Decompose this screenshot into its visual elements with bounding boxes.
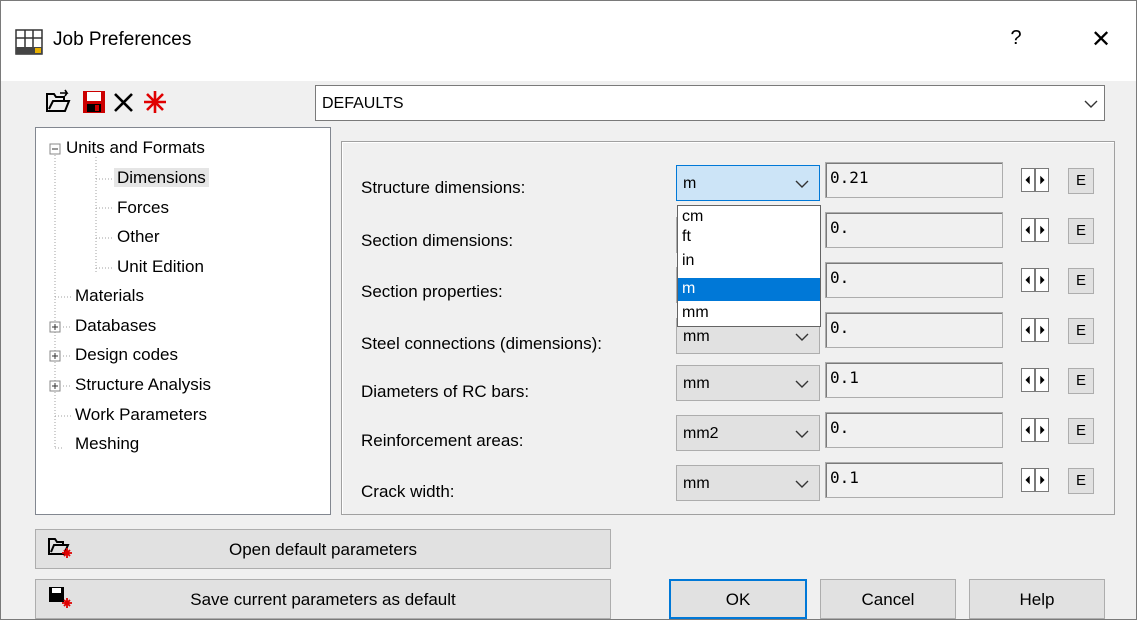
reinforcement-areas-unit-select[interactable]: mm2 (676, 415, 820, 451)
delete-icon[interactable] (111, 89, 137, 115)
help-button[interactable]: Help (969, 579, 1105, 619)
chevron-down-icon (795, 180, 809, 188)
decrement-arrow-icon[interactable] (1021, 368, 1035, 392)
crack-width-label: Crack width: (361, 482, 455, 501)
rc-bar-diameters-unit-select[interactable]: mm (676, 365, 820, 401)
section-properties-value[interactable]: 0. (825, 262, 1003, 298)
decrement-arrow-icon[interactable] (1021, 418, 1035, 442)
open-default-parameters-button[interactable]: Open default parameters (35, 529, 611, 569)
close-button[interactable]: ✕ (1084, 25, 1118, 54)
section-dimensions-value[interactable]: 0. (825, 212, 1003, 248)
ok-button[interactable]: OK (669, 579, 807, 619)
help-title-button[interactable]: ? (1001, 27, 1031, 50)
decrement-arrow-icon[interactable] (1021, 168, 1035, 192)
preferences-tree: Units and Formats Dimensions Forces Othe… (35, 127, 331, 515)
tree-item-work-parameters[interactable]: Work Parameters (75, 405, 207, 425)
steel-connections-value[interactable]: 0. (825, 312, 1003, 348)
tree-item-design-codes[interactable]: Design codes (75, 345, 178, 365)
section-properties-label: Section properties: (361, 282, 503, 301)
edit-button[interactable]: E (1068, 368, 1094, 394)
tree-item-structure-analysis[interactable]: Structure Analysis (75, 375, 211, 395)
tree-item-dimensions[interactable]: Dimensions (114, 168, 209, 188)
open-default-parameters-label: Open default parameters (228, 540, 418, 559)
edit-button[interactable]: E (1068, 418, 1094, 444)
reinforcement-areas-value[interactable]: 0. (825, 412, 1003, 448)
steel-connections-label: Steel connections (dimensions): (361, 334, 602, 353)
chevron-down-icon (1084, 100, 1098, 108)
dropdown-option-mm[interactable]: mm (678, 302, 820, 325)
decrement-arrow-icon[interactable] (1021, 268, 1035, 292)
increment-arrow-icon[interactable] (1035, 418, 1049, 442)
edit-button[interactable]: E (1068, 468, 1094, 494)
cancel-button[interactable]: Cancel (820, 579, 956, 619)
decrement-arrow-icon[interactable] (1021, 468, 1035, 492)
increment-arrow-icon[interactable] (1035, 268, 1049, 292)
window-title: Job Preferences (53, 29, 192, 50)
rc-bar-diameters-value[interactable]: 0.1 (825, 362, 1003, 398)
chevron-down-icon (795, 480, 809, 488)
dropdown-option-m[interactable]: m (678, 278, 820, 301)
save-icon[interactable] (81, 89, 107, 115)
open-folder-icon[interactable] (45, 89, 71, 115)
structure-dimensions-unit-select[interactable]: m (676, 165, 820, 201)
tree-item-units-and-formats[interactable]: Units and Formats (66, 138, 205, 158)
chevron-down-icon (795, 430, 809, 438)
profile-value: DEFAULTS (322, 95, 404, 112)
dropdown-option-ft[interactable]: ft (678, 226, 820, 249)
decrement-arrow-icon[interactable] (1021, 318, 1035, 342)
increment-arrow-icon[interactable] (1035, 168, 1049, 192)
app-icon (15, 29, 43, 55)
dropdown-option-in[interactable]: in (678, 250, 820, 273)
reset-star-icon[interactable] (142, 89, 168, 115)
edit-button[interactable]: E (1068, 318, 1094, 344)
rc-bar-diameters-label: Diameters of RC bars: (361, 382, 530, 401)
decrement-arrow-icon[interactable] (1021, 218, 1035, 242)
tree-item-forces[interactable]: Forces (117, 198, 169, 218)
title-bar: Job Preferences ? ✕ (1, 1, 1136, 81)
edit-button[interactable]: E (1068, 268, 1094, 294)
tree-item-other[interactable]: Other (117, 227, 160, 247)
tree-item-materials[interactable]: Materials (75, 286, 144, 306)
chevron-down-icon (795, 380, 809, 388)
save-as-default-label: Save current parameters as default (190, 590, 456, 609)
edit-button[interactable]: E (1068, 218, 1094, 244)
increment-arrow-icon[interactable] (1035, 368, 1049, 392)
profile-select[interactable]: DEFAULTS (315, 85, 1105, 121)
save-as-default-button[interactable]: Save current parameters as default (35, 579, 611, 619)
tree-item-meshing[interactable]: Meshing (75, 434, 139, 454)
crack-width-value[interactable]: 0.1 (825, 462, 1003, 498)
increment-arrow-icon[interactable] (1035, 318, 1049, 342)
tree-item-databases[interactable]: Databases (75, 316, 156, 336)
reinforcement-areas-label: Reinforcement areas: (361, 431, 524, 450)
unit-dropdown-list: cm ft in m mm (677, 205, 821, 327)
increment-arrow-icon[interactable] (1035, 468, 1049, 492)
structure-dimensions-value[interactable]: 0.21 (825, 162, 1003, 198)
chevron-down-icon (795, 333, 809, 341)
section-dimensions-label: Section dimensions: (361, 231, 514, 250)
crack-width-unit-select[interactable]: mm (676, 465, 820, 501)
structure-dimensions-label: Structure dimensions: (361, 178, 526, 197)
job-preferences-dialog: Job Preferences ? ✕ DEFAULTS Units and F… (0, 0, 1137, 620)
increment-arrow-icon[interactable] (1035, 218, 1049, 242)
tree-item-unit-edition[interactable]: Unit Edition (117, 257, 204, 277)
edit-button[interactable]: E (1068, 168, 1094, 194)
